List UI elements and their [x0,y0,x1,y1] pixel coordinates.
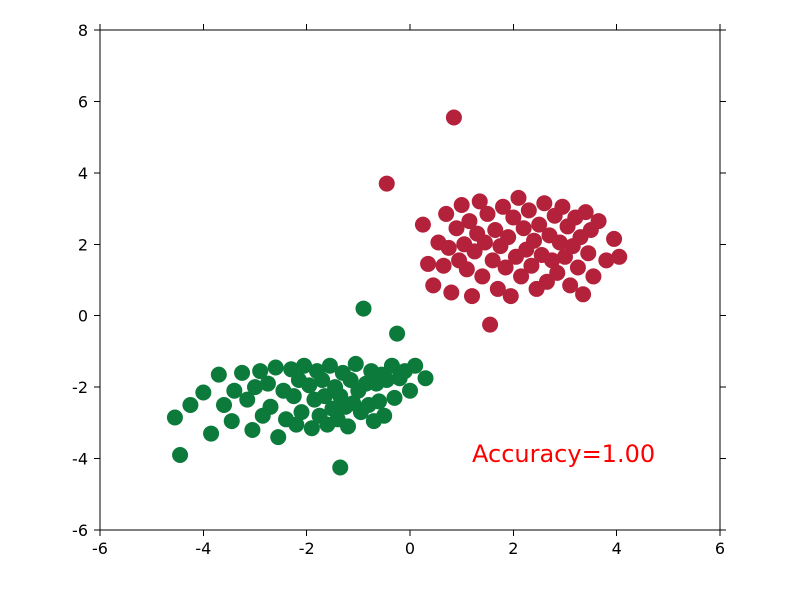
scatter-point [585,268,601,284]
scatter-point [182,397,198,413]
scatter-point [474,268,490,284]
x-tick-label: 4 [612,539,622,558]
scatter-point [172,447,188,463]
scatter-point [464,288,480,304]
scatter-point [606,231,622,247]
scatter-point [286,388,302,404]
scatter-point [526,233,542,249]
scatter-point [480,206,496,222]
scatter-point [438,206,454,222]
scatter-point [459,261,475,277]
scatter-point [575,286,591,302]
scatter-point [482,317,498,333]
scatter-point [420,256,436,272]
scatter-point [516,220,532,236]
scatter-point [454,197,470,213]
scatter-point [294,404,310,420]
x-tick-label: 2 [508,539,518,558]
scatter-point [216,397,232,413]
scatter-point [234,365,250,381]
scatter-point [536,195,552,211]
scatter-point [226,383,242,399]
y-tick-label: 0 [78,307,88,326]
scatter-point [500,229,516,245]
scatter-point [402,383,418,399]
scatter-point [611,249,627,265]
scatter-point [224,413,240,429]
y-tick-label: 2 [78,235,88,254]
scatter-point [356,301,372,317]
scatter-chart: -6 -4 -2 0 2 4 6 -6 -4 -2 0 2 4 6 8 Accuracy=1.00 [0,0,800,600]
scatter-point [503,288,519,304]
scatter-point [591,213,607,229]
accuracy-annotation: Accuracy=1.00 [472,440,655,468]
scatter-point [371,393,387,409]
scatter-point [446,110,462,126]
y-tick-label: -4 [72,450,88,469]
scatter-point [268,360,284,376]
scatter-point [549,265,565,281]
scatter-point [441,240,457,256]
scatter-point [340,418,356,434]
x-tick-label: 0 [405,539,415,558]
scatter-point [263,399,279,415]
scatter-point [270,429,286,445]
scatter-point [376,408,392,424]
scatter-point [436,258,452,274]
scatter-point [379,176,395,192]
y-tick-label: -2 [72,378,88,397]
scatter-point [389,326,405,342]
scatter-point [570,260,586,276]
scatter-point [511,190,527,206]
scatter-point [332,460,348,476]
scatter-point [425,277,441,293]
scatter-point [415,217,431,233]
scatter-point [387,390,403,406]
x-tick-label: 6 [715,539,725,558]
scatter-point [203,426,219,442]
y-tick-label: -6 [72,521,88,540]
scatter-point [477,235,493,251]
y-tick-label: 4 [78,164,88,183]
scatter-point [348,356,364,372]
x-tick-label: -2 [299,539,315,558]
scatter-point [580,245,596,261]
scatter-point [244,422,260,438]
scatter-point [167,410,183,426]
scatter-point [211,367,227,383]
scatter-point [578,204,594,220]
scatter-point [195,385,211,401]
scatter-point [418,370,434,386]
y-tick-label: 8 [78,21,88,40]
scatter-point [443,285,459,301]
scatter-point [554,199,570,215]
x-tick-label: -6 [92,539,108,558]
scatter-point [407,358,423,374]
x-tick-label: -4 [195,539,211,558]
y-tick-label: 6 [78,92,88,111]
scatter-point [562,277,578,293]
scatter-point [521,202,537,218]
scatter-point [260,376,276,392]
chart-container: -6 -4 -2 0 2 4 6 -6 -4 -2 0 2 4 6 8 Accuracy=1.00 [0,0,800,600]
